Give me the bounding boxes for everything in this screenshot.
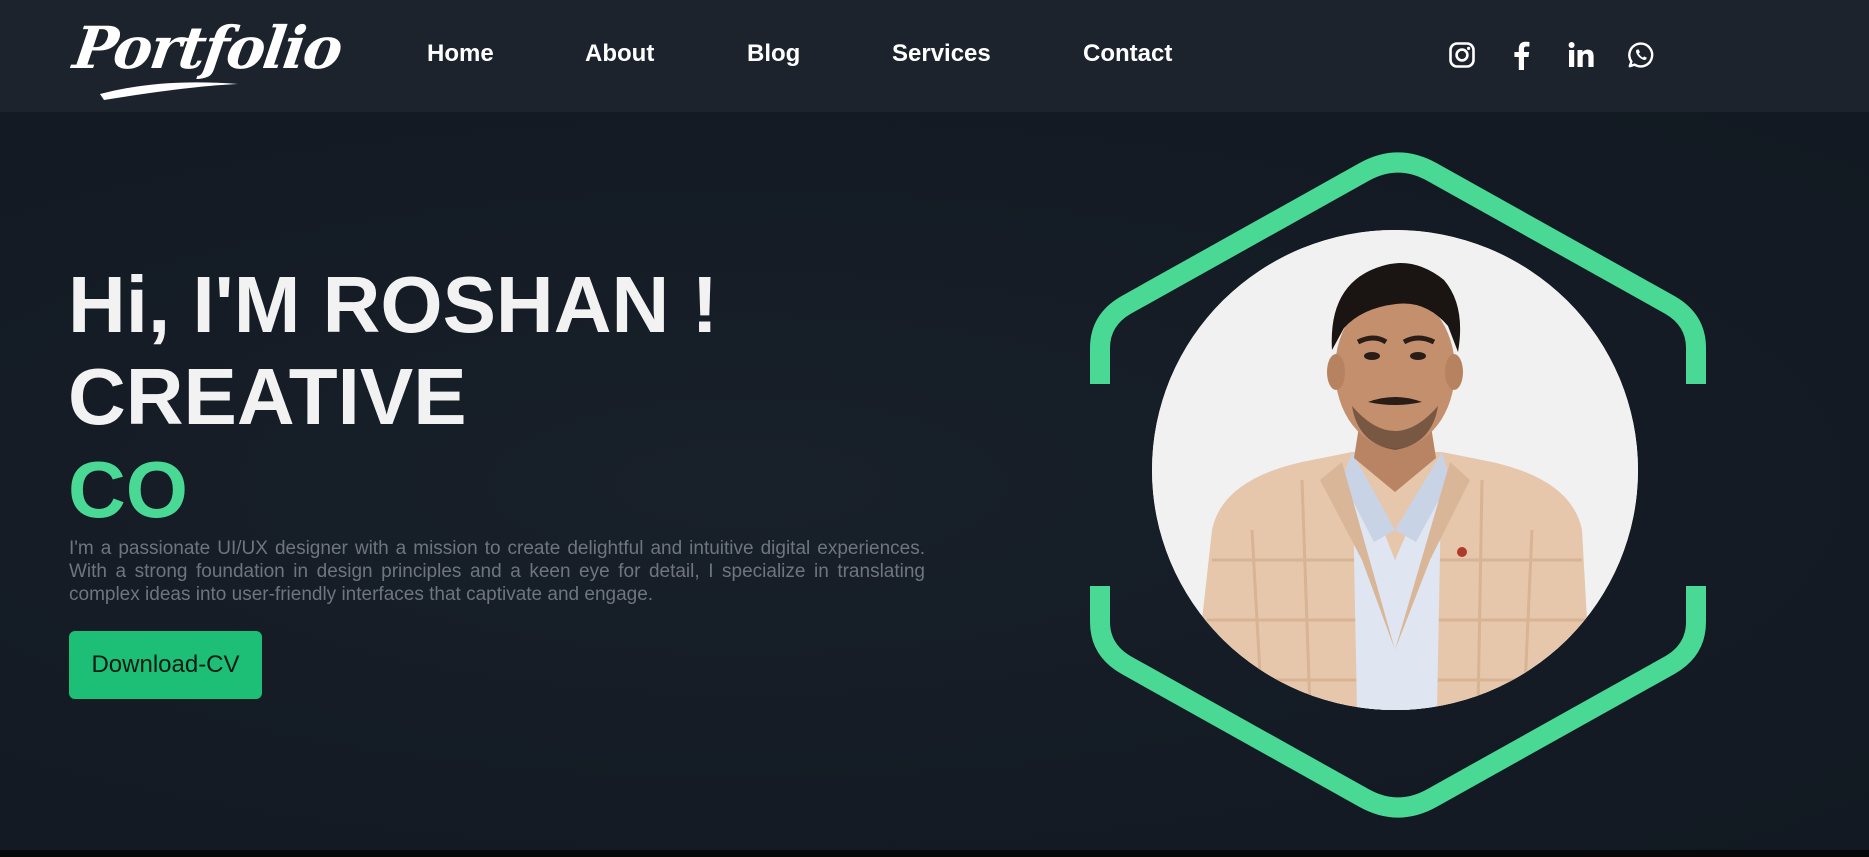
logo-swoosh — [100, 82, 238, 100]
nav-about[interactable]: About — [585, 40, 654, 68]
instagram-icon[interactable] — [1445, 38, 1479, 72]
download-cv-button[interactable]: Download-CV — [69, 631, 262, 699]
nav-blog[interactable]: Blog — [747, 40, 800, 68]
facebook-icon[interactable] — [1504, 38, 1538, 72]
hero-title-line2: CREATIVE — [68, 352, 467, 441]
bottom-strip — [0, 850, 1869, 857]
hero-greeting: Hi, I'M ROSHAN ! — [68, 260, 719, 349]
portfolio-logo[interactable]: Portfolio — [69, 8, 345, 104]
nav-contact[interactable]: Contact — [1083, 40, 1172, 68]
profile-photo — [1152, 230, 1638, 710]
hero-title-line3: CO — [68, 445, 188, 534]
navbar: Portfolio Home About Blog Services Conta… — [0, 0, 1869, 112]
hero-description: I'm a passionate UI/UX designer with a m… — [69, 538, 925, 605]
nav-services[interactable]: Services — [892, 40, 991, 68]
nav-home[interactable]: Home — [427, 40, 494, 68]
linkedin-icon[interactable] — [1564, 38, 1598, 72]
whatsapp-icon[interactable] — [1624, 38, 1658, 72]
